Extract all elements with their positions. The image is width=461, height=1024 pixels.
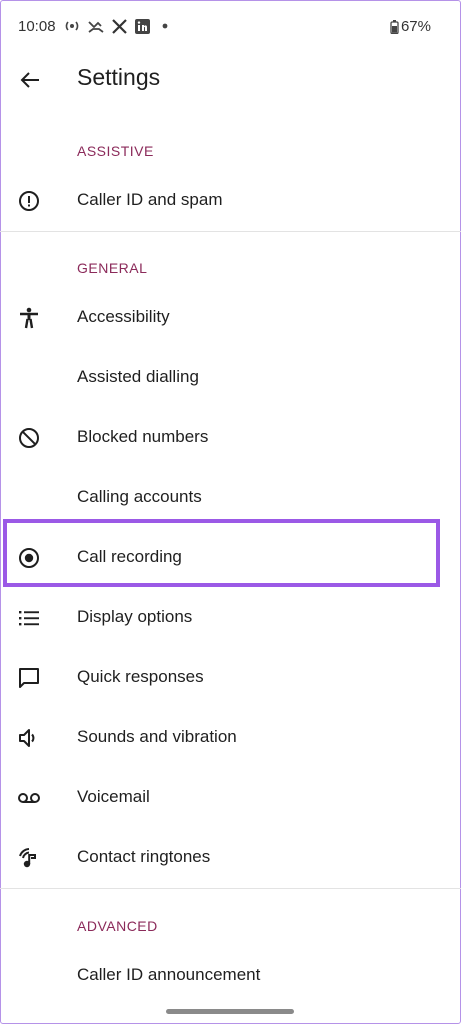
notification-dot-icon (155, 16, 175, 36)
settings-item-label: Blocked numbers (77, 427, 209, 446)
ringtone-icon (17, 847, 41, 869)
settings-item-voicemail[interactable]: Voicemail (0, 768, 461, 828)
settings-item-label: Assisted dialling (77, 367, 199, 386)
section-header-general: GENERAL (77, 260, 148, 276)
settings-item-label: Caller ID announcement (77, 965, 261, 984)
settings-item-label: Caller ID and spam (77, 190, 223, 209)
alert-circle-icon (17, 190, 41, 212)
settings-item-label: Calling accounts (77, 487, 202, 506)
settings-item-call-recording[interactable]: Call recording (0, 528, 461, 588)
settings-item-label: Display options (77, 607, 193, 626)
volume-icon (17, 727, 41, 749)
accessibility-icon (17, 307, 41, 329)
settings-item-contact-ringtones[interactable]: Contact ringtones (0, 828, 461, 888)
list-icon (17, 607, 41, 629)
settings-item-blocked-numbers[interactable]: Blocked numbers (0, 408, 461, 468)
status-bar: 10:08 67% (0, 0, 461, 56)
settings-item-calling-accounts[interactable]: Calling accounts (0, 468, 461, 528)
settings-item-accessibility[interactable]: Accessibility (0, 288, 461, 348)
arrow-back-icon (20, 72, 39, 88)
settings-item-label: Quick responses (77, 667, 204, 686)
section-header-advanced: ADVANCED (77, 918, 158, 934)
battery-level: 67% (400, 18, 431, 35)
settings-item-label: Contact ringtones (77, 847, 211, 866)
section-divider (0, 888, 461, 889)
record-icon (17, 547, 41, 569)
voicemail-icon (17, 787, 41, 809)
settings-item-display-options[interactable]: Display options (0, 588, 461, 648)
page-title: Settings (77, 64, 161, 90)
status-time: 10:08 (18, 18, 56, 35)
battery-icon (390, 19, 399, 34)
app-bar: Settings (0, 56, 461, 104)
linkedin-logo-icon (132, 16, 152, 36)
x-logo-icon (109, 16, 129, 36)
hotspot-icon (62, 16, 82, 36)
settings-item-label: Accessibility (77, 307, 170, 326)
settings-item-quick-responses[interactable]: Quick responses (0, 648, 461, 708)
settings-item-caller-id-and-spam[interactable]: Caller ID and spam (0, 171, 461, 231)
settings-item-label: Voicemail (77, 787, 150, 806)
settings-item-label: Sounds and vibration (77, 727, 237, 746)
settings-item-label: Call recording (77, 547, 182, 566)
section-divider (0, 231, 461, 232)
missed-call-icon (86, 16, 106, 36)
battery-indicator: 67% (390, 18, 431, 35)
settings-item-assisted-dialling[interactable]: Assisted dialling (0, 348, 461, 408)
settings-item-caller-id-announcement[interactable]: Caller ID announcement (0, 946, 461, 1006)
block-icon (17, 427, 41, 449)
back-button[interactable] (10, 62, 50, 98)
settings-item-sounds-and-vibration[interactable]: Sounds and vibration (0, 708, 461, 768)
message-icon (17, 667, 41, 689)
section-header-assistive: ASSISTIVE (77, 143, 154, 159)
gesture-nav-handle[interactable] (166, 1009, 294, 1014)
